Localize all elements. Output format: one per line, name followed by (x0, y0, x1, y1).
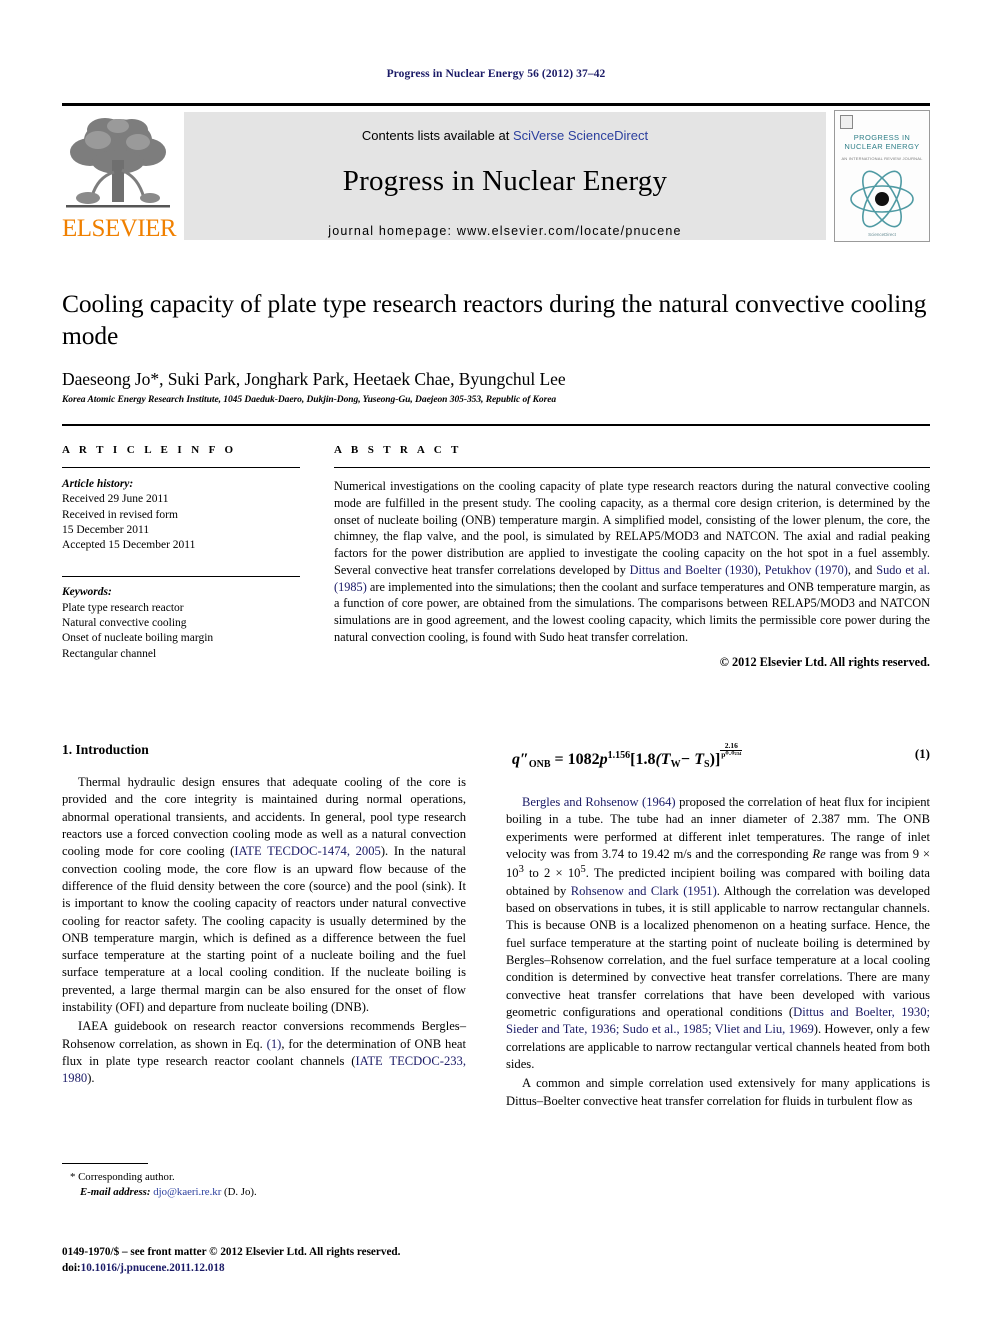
doi-link[interactable]: 10.1016/j.pnucene.2011.12.018 (81, 1262, 225, 1274)
doi-label: doi: (62, 1262, 81, 1275)
reynolds-symbol: Re (812, 846, 826, 861)
homepage-url[interactable]: www.elsevier.com/locate/pnucene (457, 224, 682, 238)
intro-p1-b: ). In the natural convection cooling mod… (62, 844, 466, 1015)
abstract-copyright: © 2012 Elsevier Ltd. All rights reserved… (719, 654, 930, 669)
article-page: Progress in Nuclear Energy 56 (2012) 37–… (0, 0, 992, 1323)
intro-p2-c: ). (87, 1071, 95, 1086)
author-list: Daeseong Jo*, Suki Park, Jonghark Park, … (62, 369, 566, 389)
journal-title: Progress in Nuclear Energy (342, 165, 668, 197)
journal-cover-thumbnail[interactable]: PROGRESS IN NUCLEAR ENERGY AN INTERNATIO… (834, 110, 930, 242)
body-column-right: q″ONB = 1082p1.156[1.8(TW− TS)] 2.16 p⁰·⁰²… (506, 742, 930, 1112)
cover-publisher-mark-icon (840, 115, 853, 129)
keywords-block: Keywords: Plate type research reactor Na… (62, 585, 300, 661)
doi-line: doi:10.1016/j.pnucene.2011.12.018 (62, 1260, 562, 1276)
eq1-equals: = (554, 750, 564, 768)
equation-1-reference-link[interactable]: (1) (267, 1037, 282, 1051)
keyword-item: Rectangular channel (62, 647, 157, 660)
equation-1-formula: q″ONB = 1082p1.156[1.8(TW− TS)] 2.16 p⁰·⁰²… (512, 742, 743, 770)
keyword-item: Plate type research reactor (62, 601, 184, 614)
article-info-heading: A R T I C L E I N F O (62, 444, 237, 456)
eq1-exponent-fraction: 2.16 p⁰·⁰²³⁴ (720, 742, 743, 759)
contents-prefix: Contents lists available at (361, 128, 513, 143)
front-matter-line: 0149-1970/$ – see front matter © 2012 El… (62, 1246, 401, 1258)
email-suffix: (D. Jo). (221, 1186, 257, 1199)
eq1-tw-sub: W (670, 758, 681, 770)
homepage-prefix: journal homepage: (328, 224, 457, 238)
article-history-block: Article history: Received 29 June 2011 R… (62, 477, 300, 553)
eq1-exponent-denominator: p⁰·⁰²³⁴ (721, 749, 742, 759)
elsevier-logo: ELSEVIER (62, 110, 177, 243)
journal-masthead: ELSEVIER Contents lists available at Sci… (62, 103, 930, 243)
article-history-label: Article history: (62, 478, 134, 490)
eq1-paren-tw: (T (655, 750, 671, 768)
abstract-citation-petukhov[interactable]: Petukhov (1970) (765, 563, 848, 577)
eq1-p-exponent: 1.156 (607, 749, 631, 761)
cover-footer-text: ScienceDirect (868, 232, 896, 237)
article-info-column: A R T I C L E I N F O Article history: R… (62, 444, 300, 662)
eq1-prime: ″ (520, 750, 529, 768)
cover-title: PROGRESS IN NUCLEAR ENERGY (835, 133, 929, 152)
eq1-minus-ts: − T (680, 750, 705, 768)
abstract-part-2: , (757, 562, 765, 577)
right-p1-e: . Although the correlation was developed… (506, 883, 931, 1019)
abstract-heading: A B S T R A C T (334, 444, 462, 456)
intro-paragraph-1: Thermal hydraulic design ensures that ad… (62, 774, 466, 1016)
intro-paragraph-2: IAEA guidebook on research reactor conve… (62, 1018, 466, 1087)
keywords-label: Keywords: (62, 586, 112, 599)
history-item: Accepted 15 December 2011 (62, 539, 196, 552)
section-heading-introduction: 1. Introduction (62, 742, 149, 757)
atom-orbital-icon (850, 170, 914, 228)
elsevier-wordmark: ELSEVIER (62, 215, 177, 242)
eq1-factor: 1.8 (635, 750, 656, 768)
running-head: Progress in Nuclear Energy 56 (2012) 37–… (386, 68, 606, 80)
cover-title-line1: PROGRESS IN (853, 133, 911, 142)
intro-citation-tecdoc1474[interactable]: IATE TECDOC-1474, 2005 (234, 844, 380, 858)
article-info-divider (62, 467, 300, 468)
colophon: 0149-1970/$ – see front matter © 2012 El… (62, 1244, 562, 1276)
citation-bergles-rohsenow[interactable]: Bergles and Rohsenow (1964) (522, 795, 676, 809)
history-item: Received in revised form (62, 508, 178, 521)
abstract-column: A B S T R A C T Numerical investigations… (334, 444, 930, 670)
history-item: Received 29 June 2011 (62, 493, 169, 506)
citation-rohsenow-clark[interactable]: Rohsenow and Clark (1951) (571, 884, 717, 898)
eq1-lhs-sub: ONB (528, 758, 551, 770)
keywords-divider (62, 576, 300, 578)
email-link[interactable]: djo@kaeri.re.kr (153, 1186, 221, 1198)
eq1-p-symbol: p (599, 750, 608, 768)
eq1-coefficient: 1082 (567, 750, 600, 768)
journal-homepage-line: journal homepage: www.elsevier.com/locat… (184, 198, 826, 238)
affiliation: Korea Atomic Energy Research Institute, … (62, 395, 557, 405)
right-paragraph-1: Bergles and Rohsenow (1964) proposed the… (506, 794, 930, 1073)
body-column-left: 1. Introduction Thermal hydraulic design… (62, 742, 466, 1090)
abstract-divider (334, 467, 930, 468)
cover-title-line2: NUCLEAR ENERGY (844, 142, 920, 152)
abstract-text: Numerical investigations on the cooling … (334, 478, 930, 646)
abstract-part-3: , and (847, 562, 877, 577)
contents-available-line: Contents lists available at SciVerse Sci… (184, 112, 826, 143)
info-section-rule (62, 424, 930, 426)
email-label: E-mail address: (80, 1186, 151, 1199)
footnote-block: * Corresponding author. E-mail address: … (62, 1170, 466, 1200)
page-title: Cooling capacity of plate type research … (62, 289, 927, 350)
history-item: 15 December 2011 (62, 523, 150, 536)
abstract-citation-dittus[interactable]: Dittus and Boelter (1930) (630, 563, 758, 577)
keyword-item: Onset of nucleate boiling margin (62, 632, 214, 645)
equation-1-row: q″ONB = 1082p1.156[1.8(TW− TS)] 2.16 p⁰·⁰²… (506, 742, 930, 782)
eq1-lhs: q (512, 750, 520, 768)
equation-1-number: (1) (914, 746, 930, 761)
abstract-part-4: are implemented into the simulations; th… (334, 579, 930, 645)
masthead-center-panel: Contents lists available at SciVerse Sci… (184, 112, 826, 240)
right-paragraph-2: A common and simple correlation used ext… (506, 1076, 930, 1108)
elsevier-tree-icon (66, 118, 170, 208)
footnote-rule (62, 1163, 148, 1164)
keyword-item: Natural convective cooling (62, 616, 187, 629)
email-note: E-mail address: djo@kaeri.re.kr (D. Jo). (62, 1185, 466, 1200)
corresponding-author-note: * Corresponding author. (70, 1171, 175, 1183)
sciencedirect-link[interactable]: SciVerse ScienceDirect (513, 128, 648, 143)
right-p1-c: to 2 × 10 (523, 866, 581, 881)
